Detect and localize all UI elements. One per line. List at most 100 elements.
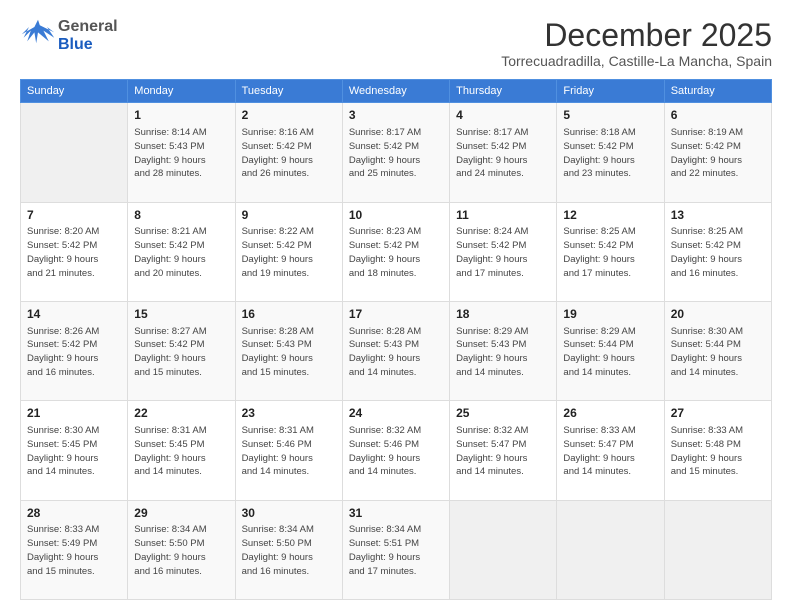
table-row [21, 103, 128, 202]
cell-details: Sunrise: 8:31 AMSunset: 5:46 PMDaylight:… [242, 424, 336, 479]
table-row: 25 Sunrise: 8:32 AMSunset: 5:47 PMDayligh… [450, 401, 557, 500]
calendar-body: 1Sunrise: 8:14 AMSunset: 5:43 PMDaylight… [21, 103, 772, 600]
day-number: 19 [563, 306, 657, 323]
table-row: 9Sunrise: 8:22 AMSunset: 5:42 PMDaylight… [235, 202, 342, 301]
calendar-week-1: 7Sunrise: 8:20 AMSunset: 5:42 PMDaylight… [21, 202, 772, 301]
day-number: 28 [27, 505, 121, 522]
cell-details: Sunrise: 8:19 AMSunset: 5:42 PMDaylight:… [671, 126, 765, 181]
table-row: 18 Sunrise: 8:29 AMSunset: 5:43 PMDayligh… [450, 301, 557, 400]
logo: General Blue [20, 18, 118, 54]
col-monday: Monday [128, 80, 235, 103]
title-block: December 2025 Torrecuadradilla, Castille… [501, 18, 772, 69]
logo-icon [20, 18, 56, 54]
table-row: 8Sunrise: 8:21 AMSunset: 5:42 PMDaylight… [128, 202, 235, 301]
table-row: 29Sunrise: 8:34 AMSunset: 5:50 PMDayligh… [128, 500, 235, 599]
cell-details: Sunrise: 8:34 AMSunset: 5:50 PMDaylight:… [134, 523, 228, 578]
day-number: 14 [27, 306, 121, 323]
calendar-week-4: 28Sunrise: 8:33 AMSunset: 5:49 PMDayligh… [21, 500, 772, 599]
cell-details: Sunrise: 8:23 AMSunset: 5:42 PMDaylight:… [349, 225, 443, 280]
table-row: 11Sunrise: 8:24 AMSunset: 5:42 PMDayligh… [450, 202, 557, 301]
table-row: 28Sunrise: 8:33 AMSunset: 5:49 PMDayligh… [21, 500, 128, 599]
cell-details: Sunrise: 8:34 AMSunset: 5:50 PMDaylight:… [242, 523, 336, 578]
cell-details: Sunrise: 8:18 AMSunset: 5:42 PMDaylight:… [563, 126, 657, 181]
day-number: 16 [242, 306, 336, 323]
day-number: 29 [134, 505, 228, 522]
page: General Blue December 2025 Torrecuadradi… [0, 0, 792, 612]
cell-details: Sunrise: 8:33 AMSunset: 5:49 PMDaylight:… [27, 523, 121, 578]
day-number: 13 [671, 207, 765, 224]
cell-details: Sunrise: 8:33 AMSunset: 5:48 PMDaylight:… [671, 424, 765, 479]
cell-details: Sunrise: 8:26 AMSunset: 5:42 PMDaylight:… [27, 325, 121, 380]
col-wednesday: Wednesday [342, 80, 449, 103]
table-row: 30Sunrise: 8:34 AMSunset: 5:50 PMDayligh… [235, 500, 342, 599]
day-number: 25 [456, 405, 550, 422]
cell-details: Sunrise: 8:25 AMSunset: 5:42 PMDaylight:… [563, 225, 657, 280]
table-row [450, 500, 557, 599]
calendar-table: Sunday Monday Tuesday Wednesday Thursday… [20, 79, 772, 600]
day-number: 8 [134, 207, 228, 224]
table-row: 4 Sunrise: 8:17 AMSunset: 5:42 PMDaylight… [450, 103, 557, 202]
calendar-week-2: 14 Sunrise: 8:26 AMSunset: 5:42 PMDayligh… [21, 301, 772, 400]
table-row: 23 Sunrise: 8:31 AMSunset: 5:46 PMDayligh… [235, 401, 342, 500]
table-row: 14 Sunrise: 8:26 AMSunset: 5:42 PMDayligh… [21, 301, 128, 400]
day-number: 9 [242, 207, 336, 224]
cell-details: Sunrise: 8:16 AMSunset: 5:42 PMDaylight:… [242, 126, 336, 181]
table-row: 27 Sunrise: 8:33 AMSunset: 5:48 PMDayligh… [664, 401, 771, 500]
col-tuesday: Tuesday [235, 80, 342, 103]
table-row: 17 Sunrise: 8:28 AMSunset: 5:43 PMDayligh… [342, 301, 449, 400]
cell-details: Sunrise: 8:32 AMSunset: 5:46 PMDaylight:… [349, 424, 443, 479]
cell-details: Sunrise: 8:28 AMSunset: 5:43 PMDaylight:… [349, 325, 443, 380]
table-row [557, 500, 664, 599]
table-row: 2 Sunrise: 8:16 AMSunset: 5:42 PMDaylight… [235, 103, 342, 202]
table-row: 6 Sunrise: 8:19 AMSunset: 5:42 PMDaylight… [664, 103, 771, 202]
cell-details: Sunrise: 8:29 AMSunset: 5:43 PMDaylight:… [456, 325, 550, 380]
col-saturday: Saturday [664, 80, 771, 103]
table-row: 31Sunrise: 8:34 AMSunset: 5:51 PMDayligh… [342, 500, 449, 599]
table-row: 1Sunrise: 8:14 AMSunset: 5:43 PMDaylight… [128, 103, 235, 202]
table-row: 20Sunrise: 8:30 AMSunset: 5:44 PMDayligh… [664, 301, 771, 400]
day-number: 6 [671, 107, 765, 124]
day-number: 4 [456, 107, 550, 124]
day-number: 24 [349, 405, 443, 422]
logo-general-text: General [58, 18, 118, 36]
cell-details: Sunrise: 8:29 AMSunset: 5:44 PMDaylight:… [563, 325, 657, 380]
col-thursday: Thursday [450, 80, 557, 103]
day-number: 26 [563, 405, 657, 422]
day-number: 27 [671, 405, 765, 422]
day-number: 22 [134, 405, 228, 422]
day-number: 15 [134, 306, 228, 323]
cell-details: Sunrise: 8:30 AMSunset: 5:44 PMDaylight:… [671, 325, 765, 380]
cell-details: Sunrise: 8:32 AMSunset: 5:47 PMDaylight:… [456, 424, 550, 479]
cell-details: Sunrise: 8:14 AMSunset: 5:43 PMDaylight:… [134, 126, 228, 181]
col-friday: Friday [557, 80, 664, 103]
col-sunday: Sunday [21, 80, 128, 103]
day-number: 11 [456, 207, 550, 224]
table-row: 16 Sunrise: 8:28 AMSunset: 5:43 PMDayligh… [235, 301, 342, 400]
calendar-header: Sunday Monday Tuesday Wednesday Thursday… [21, 80, 772, 103]
day-number: 18 [456, 306, 550, 323]
header: General Blue December 2025 Torrecuadradi… [20, 18, 772, 69]
table-row: 5 Sunrise: 8:18 AMSunset: 5:42 PMDaylight… [557, 103, 664, 202]
cell-details: Sunrise: 8:22 AMSunset: 5:42 PMDaylight:… [242, 225, 336, 280]
day-number: 17 [349, 306, 443, 323]
table-row: 12Sunrise: 8:25 AMSunset: 5:42 PMDayligh… [557, 202, 664, 301]
cell-details: Sunrise: 8:24 AMSunset: 5:42 PMDaylight:… [456, 225, 550, 280]
day-number: 2 [242, 107, 336, 124]
cell-details: Sunrise: 8:31 AMSunset: 5:45 PMDaylight:… [134, 424, 228, 479]
cell-details: Sunrise: 8:30 AMSunset: 5:45 PMDaylight:… [27, 424, 121, 479]
day-number: 23 [242, 405, 336, 422]
cell-details: Sunrise: 8:21 AMSunset: 5:42 PMDaylight:… [134, 225, 228, 280]
table-row: 24 Sunrise: 8:32 AMSunset: 5:46 PMDayligh… [342, 401, 449, 500]
day-number: 21 [27, 405, 121, 422]
table-row: 15 Sunrise: 8:27 AMSunset: 5:42 PMDayligh… [128, 301, 235, 400]
day-number: 5 [563, 107, 657, 124]
day-number: 30 [242, 505, 336, 522]
cell-details: Sunrise: 8:34 AMSunset: 5:51 PMDaylight:… [349, 523, 443, 578]
cell-details: Sunrise: 8:17 AMSunset: 5:42 PMDaylight:… [456, 126, 550, 181]
cell-details: Sunrise: 8:28 AMSunset: 5:43 PMDaylight:… [242, 325, 336, 380]
cell-details: Sunrise: 8:33 AMSunset: 5:47 PMDaylight:… [563, 424, 657, 479]
day-number: 3 [349, 107, 443, 124]
table-row: 22 Sunrise: 8:31 AMSunset: 5:45 PMDayligh… [128, 401, 235, 500]
cell-details: Sunrise: 8:27 AMSunset: 5:42 PMDaylight:… [134, 325, 228, 380]
logo-words: General Blue [58, 18, 118, 53]
